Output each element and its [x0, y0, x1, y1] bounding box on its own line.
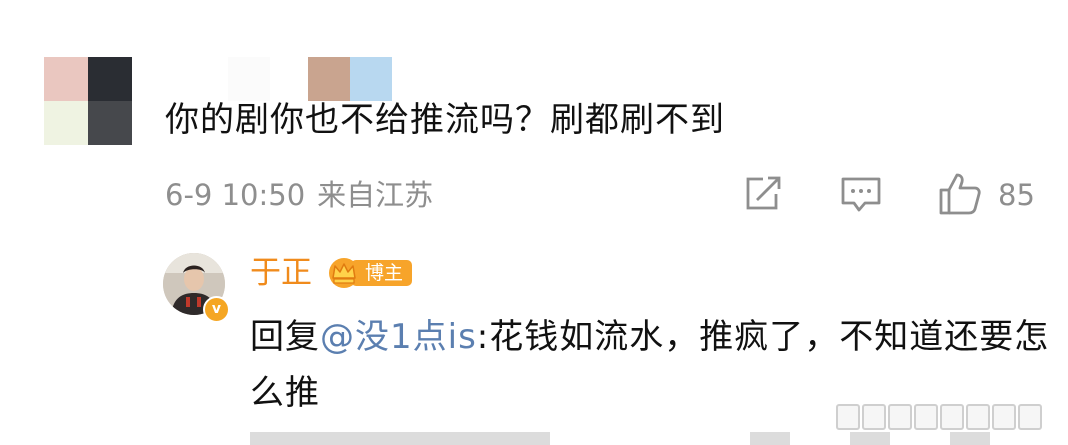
verified-v-icon: v — [203, 296, 230, 323]
reply-prefix: 回复 — [250, 317, 320, 357]
like-button[interactable] — [938, 170, 982, 218]
watermark-strip — [836, 400, 1062, 430]
mosaic-tile — [44, 101, 88, 145]
comment-location: 来自江苏 — [317, 178, 434, 212]
comment-icon — [841, 177, 881, 212]
mention-link[interactable]: @没1点is — [320, 317, 477, 357]
next-row-cutoff — [0, 432, 1068, 445]
comment-text: 你的剧你也不给推流吗？刷都刷不到 — [165, 100, 725, 140]
share-icon — [746, 176, 781, 210]
crown-icon — [329, 258, 359, 288]
mosaic-tile — [88, 101, 132, 145]
comment-meta: 6-9 10:50 来自江苏 — [165, 176, 445, 214]
comment-date: 6-9 10:50 — [165, 178, 306, 212]
blur-block — [228, 57, 270, 101]
like-count: 85 — [998, 178, 1035, 212]
blur-block — [308, 57, 350, 101]
commenter-avatar-mosaic[interactable] — [44, 57, 132, 145]
share-button[interactable] — [742, 170, 782, 214]
mosaic-tile — [88, 57, 132, 101]
mosaic-tile — [44, 57, 88, 101]
comment-button[interactable] — [840, 170, 882, 214]
commenter-name-blurred[interactable] — [228, 57, 394, 101]
blur-block — [350, 57, 392, 101]
reply-author-name[interactable]: 于正 — [250, 252, 312, 294]
thumbs-up-icon — [939, 173, 981, 215]
